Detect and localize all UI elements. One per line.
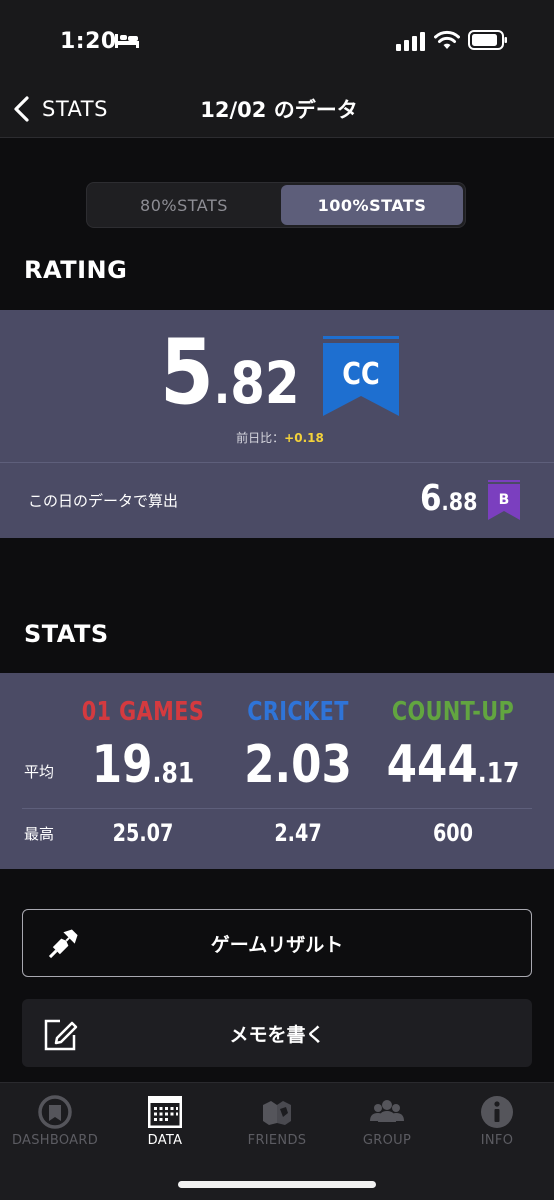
day-rating-decimal: 88: [448, 488, 478, 516]
rating-value-dot: .: [213, 357, 231, 415]
max-row-label: 最高: [24, 825, 55, 843]
stats-heading: STATS: [24, 620, 109, 648]
divider: [0, 462, 554, 463]
avg-countup-integer: 444: [386, 735, 478, 795]
home-indicator: [178, 1181, 376, 1188]
max-count-up: 600: [432, 819, 474, 847]
day-calc-label: この日のデータで算出: [28, 492, 179, 510]
page-title: 12/02 のデータ: [200, 98, 358, 122]
stats-panel: 01 GAMES CRICKET COUNT-UP 平均 19.81 2.03 …: [0, 673, 554, 869]
previous-day-label: 前日比：: [236, 431, 285, 445]
nav-bar: STATS 12/02 のデータ: [0, 80, 554, 138]
max-cricket: 2.47: [274, 819, 322, 847]
tab-group[interactable]: GROUP: [332, 1093, 442, 1153]
info-icon: [481, 1096, 513, 1128]
day-rating-dot: .: [441, 491, 449, 516]
previous-day-diff: 前日比：+0.18: [0, 429, 554, 446]
bed-icon: [115, 34, 139, 48]
avg-cricket-decimal: 03: [291, 735, 352, 795]
day-calc-rating-value: 6 . 88: [420, 478, 477, 519]
tab-group-label: GROUP: [362, 1133, 412, 1148]
avg-count-up: 444.17: [369, 735, 537, 795]
game-results-button[interactable]: ゲームリザルト: [22, 909, 532, 977]
day-flag-badge: B: [488, 480, 520, 520]
group-icon: [370, 1100, 404, 1122]
tab-data-label: DATA: [147, 1133, 183, 1148]
tab-dashboard-label: DASHBOARD: [11, 1133, 99, 1148]
battery-icon: [468, 30, 507, 50]
ribbon-flag-icon: CC: [323, 336, 399, 416]
avg-01-games: 19.81: [59, 735, 227, 795]
cellular-signal-icon: [396, 32, 425, 51]
average-row-label: 平均: [24, 763, 55, 781]
tab-dashboard[interactable]: DASHBOARD: [0, 1093, 110, 1153]
rating-value-decimal: 82: [230, 349, 300, 417]
tab-info-label: INFO: [480, 1133, 514, 1148]
dart-icon: [48, 929, 78, 959]
tab-data[interactable]: DATA: [110, 1093, 220, 1153]
tab-friends[interactable]: FRIENDS: [222, 1093, 332, 1153]
wifi-icon: [434, 30, 460, 49]
tab-info[interactable]: INFO: [442, 1093, 552, 1153]
column-header-count-up: COUNT-UP: [391, 697, 515, 727]
write-memo-button[interactable]: メモを書く: [22, 999, 532, 1067]
rating-value: 5 . 82: [160, 328, 300, 418]
calendar-icon: [148, 1096, 182, 1128]
max-01-games: 25.07: [112, 819, 174, 847]
day-rating-integer: 6: [420, 478, 442, 519]
avg-01-dot: .: [152, 756, 162, 789]
game-results-label: ゲームリザルト: [210, 933, 344, 956]
segment-100-stats[interactable]: 100%STATS: [281, 185, 463, 225]
divider: [22, 808, 532, 809]
day-flag-text: B: [499, 492, 510, 508]
avg-cricket: 2.03: [214, 735, 382, 795]
edit-note-icon: [44, 1019, 78, 1051]
avg-01-integer: 19: [91, 735, 153, 795]
avg-cricket-integer: 2: [244, 735, 275, 795]
write-memo-label: メモを書く: [229, 1023, 325, 1046]
status-bar: 1:20: [0, 0, 554, 80]
rating-value-integer: 5: [160, 320, 214, 425]
avg-countup-dot: .: [477, 756, 487, 789]
dashboard-icon: [38, 1095, 72, 1129]
rating-flag-badge: CC: [323, 336, 399, 416]
previous-day-diff-value: +0.18: [284, 431, 324, 445]
friends-icon: [263, 1101, 291, 1125]
segment-80-stats[interactable]: 80%STATS: [89, 185, 279, 225]
ribbon-flag-icon: B: [488, 480, 520, 520]
avg-countup-decimal: 17: [486, 756, 520, 789]
stats-mode-segmented-control: 80%STATS 100%STATS: [86, 182, 466, 228]
avg-01-decimal: 81: [161, 756, 195, 789]
column-header-cricket: CRICKET: [247, 697, 349, 727]
rating-heading: RATING: [24, 256, 128, 284]
tab-friends-label: FRIENDS: [247, 1133, 307, 1148]
rating-panel: 5 . 82 CC 前日比：+0.18 この日のデータで算出 6 . 88 B: [0, 310, 554, 538]
rating-flag-text: CC: [342, 356, 379, 392]
avg-cricket-dot: .: [274, 735, 292, 795]
column-header-01-games: 01 GAMES: [81, 697, 205, 727]
status-time: 1:20: [60, 29, 117, 54]
